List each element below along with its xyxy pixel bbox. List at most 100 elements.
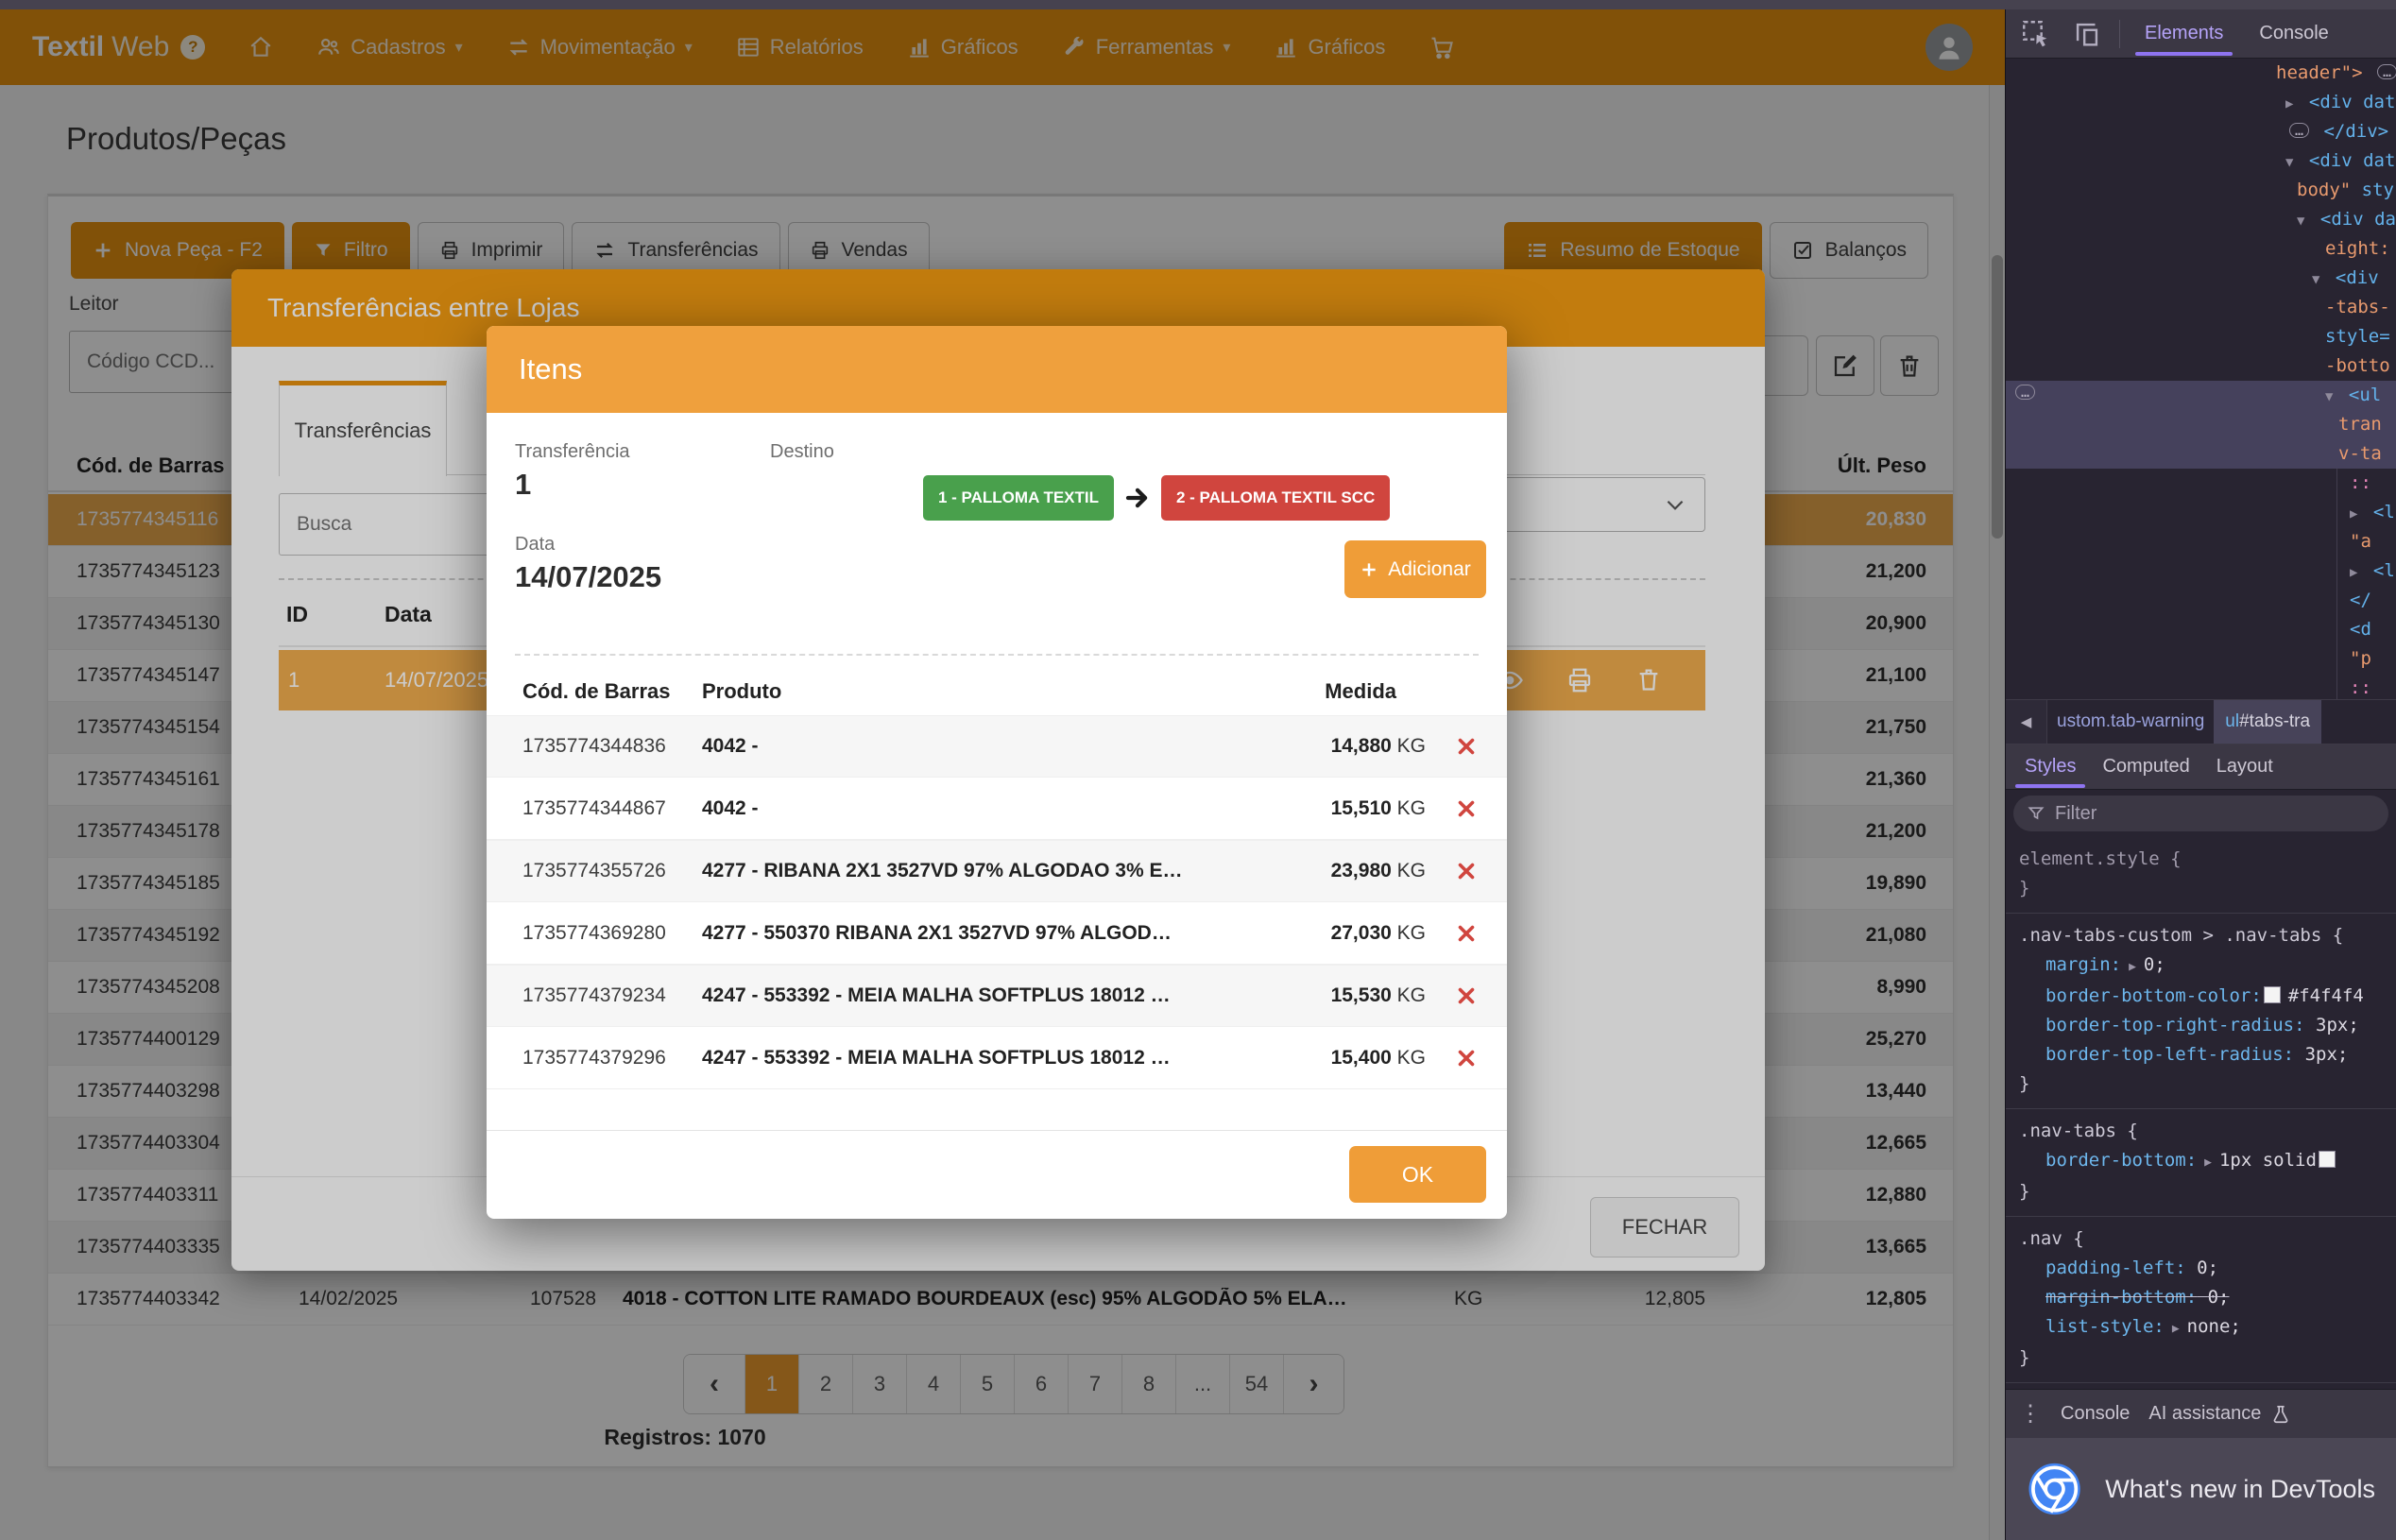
tab-elements[interactable]: Elements xyxy=(2133,9,2234,59)
dom-tree-line[interactable]: style= xyxy=(2006,322,2396,351)
dom-tree-line[interactable]: -tabs- xyxy=(2006,293,2396,322)
tab-layout-label: Layout xyxy=(2216,756,2273,778)
css-rule[interactable]: element.style { } xyxy=(2006,837,2396,914)
tree-code: <div xyxy=(2336,267,2379,288)
whats-new-banner[interactable]: What's new in DevTools xyxy=(2006,1438,2396,1540)
chrome-logo-icon xyxy=(2027,1455,2082,1523)
tree-code: <l xyxy=(2373,560,2395,581)
drawer-menu-icon[interactable]: ⋮ xyxy=(2019,1400,2042,1428)
item-produto: 4247 - 553392 - MEIA MALHA SOFTPLUS 1801… xyxy=(702,1047,1237,1069)
dom-tree-line[interactable]: … </div> xyxy=(2006,117,2396,146)
styles-filter-input[interactable]: Filter xyxy=(2013,796,2388,831)
expand-arrow-icon[interactable]: ▶ xyxy=(2204,1155,2212,1170)
item-medida: 14,880 xyxy=(1331,735,1392,757)
tree-arrow-icon[interactable]: ▼ xyxy=(2325,389,2333,404)
remove-item-button[interactable] xyxy=(1426,922,1507,945)
dom-tree-line[interactable]: … ▼ <ul xyxy=(2006,381,2396,410)
drawer-ai-label: AI assistance xyxy=(2148,1403,2261,1425)
remove-item-button[interactable] xyxy=(1426,735,1507,758)
transferencia-label: Transferência xyxy=(515,441,630,463)
expand-arrow-icon[interactable]: ▶ xyxy=(2129,960,2136,974)
tab-styles[interactable]: Styles xyxy=(2011,744,2089,790)
more-actions-icon[interactable]: … xyxy=(2015,385,2035,400)
breadcrumb-item[interactable]: ustom.tab-warning xyxy=(2047,711,2214,732)
breadcrumb-item-active[interactable]: ul#tabs-tra xyxy=(2214,700,2321,744)
tree-code: <div da xyxy=(2320,209,2396,230)
remove-item-button[interactable] xyxy=(1426,797,1507,820)
tree-arrow-icon[interactable]: ▶ xyxy=(2350,565,2357,580)
dom-tree-line[interactable]: </ xyxy=(2006,586,2396,615)
dom-tree-line[interactable]: ▼ <div data xyxy=(2006,146,2396,176)
remove-x-icon xyxy=(1455,1047,1478,1069)
css-rule[interactable]: .nav-tabs-custom > .nav-tabs { margin:▶0… xyxy=(2006,914,2396,1109)
tree-arrow-icon[interactable]: ▼ xyxy=(2297,214,2304,229)
remove-item-button[interactable] xyxy=(1426,860,1507,882)
dom-tree-line[interactable]: body" sty xyxy=(2006,176,2396,205)
remove-item-button[interactable] xyxy=(1426,1047,1507,1069)
breadcrumb-back-icon[interactable]: ◀ xyxy=(2006,700,2047,744)
dom-tree-line[interactable]: v-ta xyxy=(2006,439,2396,469)
tree-code: "p xyxy=(2350,648,2371,669)
drawer-console-tab[interactable]: Console xyxy=(2061,1403,2130,1425)
color-swatch[interactable] xyxy=(2319,1151,2336,1168)
css-rule[interactable]: .nav-tabs { border-bottom:▶1px solid } xyxy=(2006,1109,2396,1217)
dom-tree-line[interactable]: header"> … xyxy=(2006,59,2396,88)
css-selector: .nav-tabs { xyxy=(2019,1117,2396,1146)
dom-tree-line[interactable]: eight: xyxy=(2006,234,2396,264)
color-swatch[interactable] xyxy=(2264,986,2281,1003)
expand-inline-icon[interactable]: … xyxy=(2289,123,2309,138)
dom-tree-line[interactable]: :: xyxy=(2006,469,2396,498)
tree-code: <div data xyxy=(2309,150,2396,171)
itens-modal-header: Itens xyxy=(487,326,1507,413)
item-produto: 4277 - RIBANA 2X1 3527VD 97% ALGODAO 3% … xyxy=(702,860,1237,882)
dom-tree-line[interactable]: ▶ <l xyxy=(2006,556,2396,586)
devtools-panel: Elements Console header"> … ▶ < xyxy=(2005,0,2396,1540)
css-rule[interactable]: .nav { padding-left: 0; margin-bottom: 0… xyxy=(2006,1217,2396,1383)
filter-icon xyxy=(2027,804,2045,823)
tree-arrow-icon[interactable]: ▼ xyxy=(2285,155,2293,170)
expand-arrow-icon[interactable]: ▶ xyxy=(2172,1322,2180,1336)
destino-badge: 2 - PALLOMA TEXTIL SCC xyxy=(1161,475,1390,521)
tree-code: sty xyxy=(2362,180,2394,200)
item-row: 1735774344836 4042 - 14,880 KG xyxy=(487,715,1507,778)
dom-tree-line[interactable]: "p xyxy=(2006,644,2396,674)
devtools-toolbar: Elements Console xyxy=(2006,9,2396,59)
itens-modal-title: Itens xyxy=(519,352,582,386)
adicionar-button[interactable]: Adicionar xyxy=(1344,540,1486,598)
ok-button[interactable]: OK xyxy=(1349,1146,1486,1203)
col-medida: Medida xyxy=(1325,679,1396,704)
dom-tree: header"> … ▶ <div data … xyxy=(2006,59,2396,699)
dom-tree-line[interactable]: ▶ <l xyxy=(2006,498,2396,527)
css-selector: element.style { xyxy=(2019,845,2396,874)
dom-tree-line[interactable]: tran xyxy=(2006,410,2396,439)
flask-icon xyxy=(2270,1404,2291,1425)
inspect-element-button[interactable] xyxy=(2017,15,2055,53)
dom-tree-line[interactable]: :: xyxy=(2006,674,2396,699)
tree-arrow-icon[interactable]: ▶ xyxy=(2285,96,2293,111)
dom-tree-line[interactable]: "a xyxy=(2006,527,2396,556)
item-row: 1735774379296 4247 - 553392 - MEIA MALHA… xyxy=(487,1027,1507,1089)
tab-console[interactable]: Console xyxy=(2248,9,2339,59)
dom-tree-line[interactable]: ▼ <div xyxy=(2006,264,2396,293)
drawer-ai-tab[interactable]: AI assistance xyxy=(2148,1403,2291,1425)
tab-computed[interactable]: Computed xyxy=(2089,744,2202,790)
item-barcode: 1735774344867 xyxy=(522,797,702,820)
expand-inline-icon[interactable]: … xyxy=(2377,64,2396,79)
dom-tree-line[interactable]: -botto xyxy=(2006,351,2396,381)
crumb-tag: ul xyxy=(2225,711,2239,732)
dom-tree-line[interactable]: ▼ <div da xyxy=(2006,205,2396,234)
tab-elements-label: Elements xyxy=(2145,23,2223,44)
remove-item-button[interactable] xyxy=(1426,984,1507,1007)
tab-styles-label: Styles xyxy=(2025,756,2076,778)
tab-console-label: Console xyxy=(2259,23,2328,44)
item-produto: 4277 - 550370 RIBANA 2X1 3527VD 97% ALGO… xyxy=(702,922,1237,945)
item-row: 1735774355726 4277 - RIBANA 2X1 3527VD 9… xyxy=(487,840,1507,902)
dom-tree-line[interactable]: ▶ <div data xyxy=(2006,88,2396,117)
device-toolbar-button[interactable] xyxy=(2068,15,2106,53)
device-toolbar-icon xyxy=(2071,18,2103,50)
dom-tree-line[interactable]: <d xyxy=(2006,615,2396,644)
tab-layout[interactable]: Layout xyxy=(2203,744,2286,790)
tree-arrow-icon[interactable]: ▼ xyxy=(2312,272,2319,287)
tree-arrow-icon[interactable]: ▶ xyxy=(2350,506,2357,522)
window-top-strip xyxy=(0,0,2396,9)
